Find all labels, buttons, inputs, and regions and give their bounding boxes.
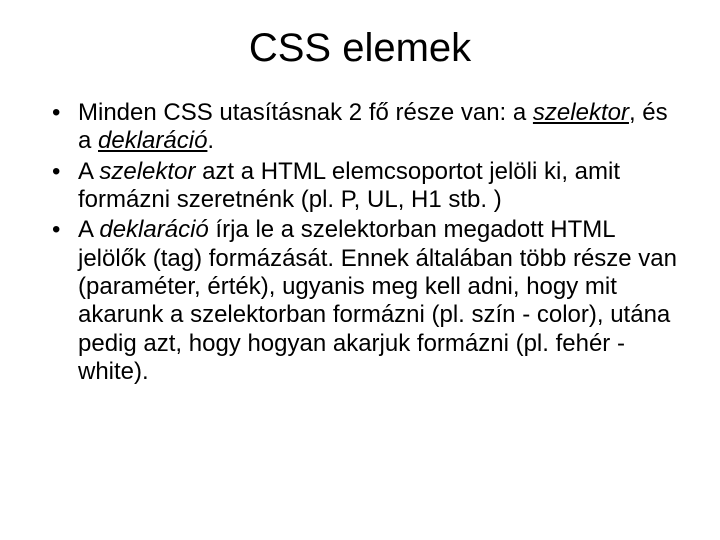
term-szelektor: szelektor: [533, 99, 629, 126]
bullet-text: A: [78, 216, 99, 243]
bullet-text: .: [207, 127, 214, 154]
bullet-list: Minden CSS utasításnak 2 fő része van: a…: [40, 99, 680, 386]
list-item: Minden CSS utasításnak 2 fő része van: a…: [52, 99, 680, 156]
term-deklaracio: deklaráció: [98, 127, 207, 154]
list-item: A szelektor azt a HTML elemcsoportot jel…: [52, 158, 680, 215]
slide-title: CSS elemek: [40, 26, 680, 71]
list-item: A deklaráció írja le a szelektorban mega…: [52, 216, 680, 386]
slide: CSS elemek Minden CSS utasításnak 2 fő r…: [0, 0, 720, 540]
bullet-text: A: [78, 158, 99, 185]
term-szelektor: szelektor: [99, 158, 195, 185]
term-deklaracio: deklaráció: [99, 216, 208, 243]
bullet-text: Minden CSS utasításnak 2 fő része van: a: [78, 99, 533, 126]
